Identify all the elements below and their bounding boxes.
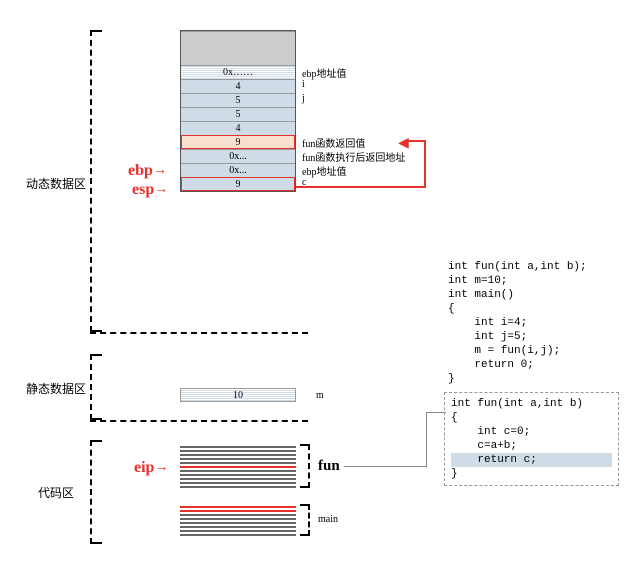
connector-line-2 xyxy=(426,412,427,467)
stack-cell-5: 9 xyxy=(181,135,295,149)
code1-l3: int main() xyxy=(448,288,623,302)
stack-label-2: j xyxy=(302,93,305,104)
code1-l5: int i=4; xyxy=(448,316,623,330)
code2-l3: int c=0; xyxy=(451,425,612,439)
fun-label: fun xyxy=(318,458,340,475)
arrow-right-icon: → xyxy=(153,163,167,179)
brace-static xyxy=(90,354,102,420)
stack-top-grey xyxy=(181,31,295,65)
separator-2 xyxy=(90,420,308,422)
brace-dynamic xyxy=(90,30,102,332)
stack-cell-0: 0x…… xyxy=(181,65,295,79)
eip-line xyxy=(180,466,296,468)
code2-l2: { xyxy=(451,411,612,425)
stack-column: 0x…… 4 5 5 4 9 0x... 0x... 9 xyxy=(180,30,296,192)
connector-line-1 xyxy=(344,466,426,467)
brace-main xyxy=(300,504,310,536)
ebp-pointer: ebp→ xyxy=(128,162,167,180)
stack-cell-3: 5 xyxy=(181,107,295,121)
stack-cell-7: 0x... xyxy=(181,163,295,177)
region-code-label: 代码区 xyxy=(38,484,74,501)
stack-label-5: fun函数返回值 xyxy=(302,135,365,150)
code1-l9: } xyxy=(448,372,623,386)
stack-cell-1: 4 xyxy=(181,79,295,93)
eip-pointer: eip→ xyxy=(134,459,168,477)
code2-l6: } xyxy=(451,467,612,481)
stack-cell-8: 9 xyxy=(181,177,295,191)
code-fun-block xyxy=(180,444,296,488)
brace-fun xyxy=(300,444,310,488)
code-panel-fun: int fun(int a,int b) { int c=0; c=a+b; r… xyxy=(444,392,619,486)
esp-pointer: esp→ xyxy=(132,181,168,199)
region-dynamic-label: 动态数据区 xyxy=(26,175,86,192)
region-static-label: 静态数据区 xyxy=(26,380,86,397)
stack-label-0: ebp地址值 xyxy=(302,65,346,80)
return-arrow-head: ◀ xyxy=(398,135,409,152)
connector-line-3 xyxy=(426,412,446,413)
code2-l5: return c; xyxy=(451,453,612,467)
code1-l1: int fun(int a,int b); xyxy=(448,260,623,274)
code1-l4: { xyxy=(448,302,623,316)
main-label: main xyxy=(318,514,338,525)
code1-l2: int m=10; xyxy=(448,274,623,288)
return-arrow-h xyxy=(424,140,426,188)
arrow-right-icon: → xyxy=(154,460,168,476)
static-m-cell: 10 xyxy=(180,388,296,402)
stack-label-6: fun函数执行后返回地址 xyxy=(302,149,405,164)
stack-cell-6: 0x... xyxy=(181,149,295,163)
code1-l8: return 0; xyxy=(448,358,623,372)
stack-label-7: ebp地址值 xyxy=(302,163,346,178)
code1-l6: int j=5; xyxy=(448,330,623,344)
separator-1 xyxy=(90,332,308,334)
code2-l4: c=a+b; xyxy=(451,439,612,453)
stack-cell-2: 5 xyxy=(181,93,295,107)
return-arrow-v2 xyxy=(296,186,426,188)
code-main-block xyxy=(180,504,296,536)
code-panel-main: int fun(int a,int b); int m=10; int main… xyxy=(448,260,623,386)
code2-l1: int fun(int a,int b) xyxy=(451,397,612,411)
code1-l7: m = fun(i,j); xyxy=(448,344,623,358)
stack-label-1: i xyxy=(302,79,305,90)
arrow-right-icon: → xyxy=(154,182,168,198)
brace-code xyxy=(90,440,102,544)
stack-cell-4: 4 xyxy=(181,121,295,135)
static-m-label: m xyxy=(316,390,324,401)
